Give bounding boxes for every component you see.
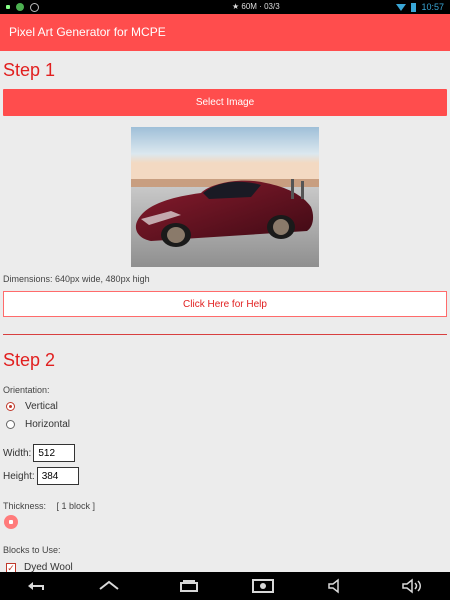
checkbox-checked[interactable]: ✓ [6,562,16,572]
back-icon[interactable] [24,578,50,594]
thickness-value: [ 1 block ] [56,501,96,511]
radio-button-unchecked[interactable] [6,420,15,429]
thickness-slider-thumb[interactable] [4,515,18,529]
android-icon [16,3,24,11]
screenshot-icon[interactable] [250,578,276,594]
help-button[interactable]: Click Here for Help [3,291,447,317]
blocks-label: Blocks to Use: [3,545,61,555]
radio-button-checked[interactable] [6,402,15,411]
width-label: Width: [3,447,32,459]
step2-title: Step 2 [3,350,56,370]
orientation-vertical-option[interactable]: Vertical [6,401,58,412]
sync-icon [30,2,39,12]
width-input[interactable] [33,444,76,462]
status-bar: ★ 60M · 03/3 10:57 [0,0,450,14]
section-divider [3,334,447,335]
thickness-row: Thickness: [ 1 block ] [3,501,95,511]
volume-up-icon[interactable] [400,578,426,594]
battery-icon [411,2,417,12]
volume-down-icon[interactable] [326,578,352,594]
select-image-button[interactable]: Select Image [3,89,447,116]
height-label: Height: [3,470,35,482]
block-option-dyed-wool[interactable]: ✓ Dyed Wool [6,562,73,572]
height-input[interactable] [36,467,79,485]
main-content[interactable]: Step 1 Select Image Dimensions: 640px wi… [0,51,450,572]
navigation-bar [0,572,450,600]
orientation-horizontal-label: Horizontal [25,419,71,430]
step1-title: Step 1 [3,60,56,80]
wifi-icon [396,3,407,11]
thickness-label: Thickness: [3,501,47,511]
width-row: Width: [3,444,76,462]
orientation-label: Orientation: [3,385,50,395]
status-center-text: ★ 60M · 03/3 [232,2,280,11]
orientation-horizontal-option[interactable]: Horizontal [6,419,70,430]
orientation-vertical-label: Vertical [25,401,58,412]
notification-icon [6,5,10,9]
home-icon[interactable] [96,578,122,594]
app-title: Pixel Art Generator for MCPE [0,14,450,51]
height-row: Height: [3,467,79,485]
recent-apps-icon[interactable] [176,578,202,594]
dyed-wool-label: Dyed Wool [24,562,73,572]
status-time: 10:57 [421,2,444,12]
dimensions-text: Dimensions: 640px wide, 480px high [3,274,150,284]
car-image [131,127,319,267]
